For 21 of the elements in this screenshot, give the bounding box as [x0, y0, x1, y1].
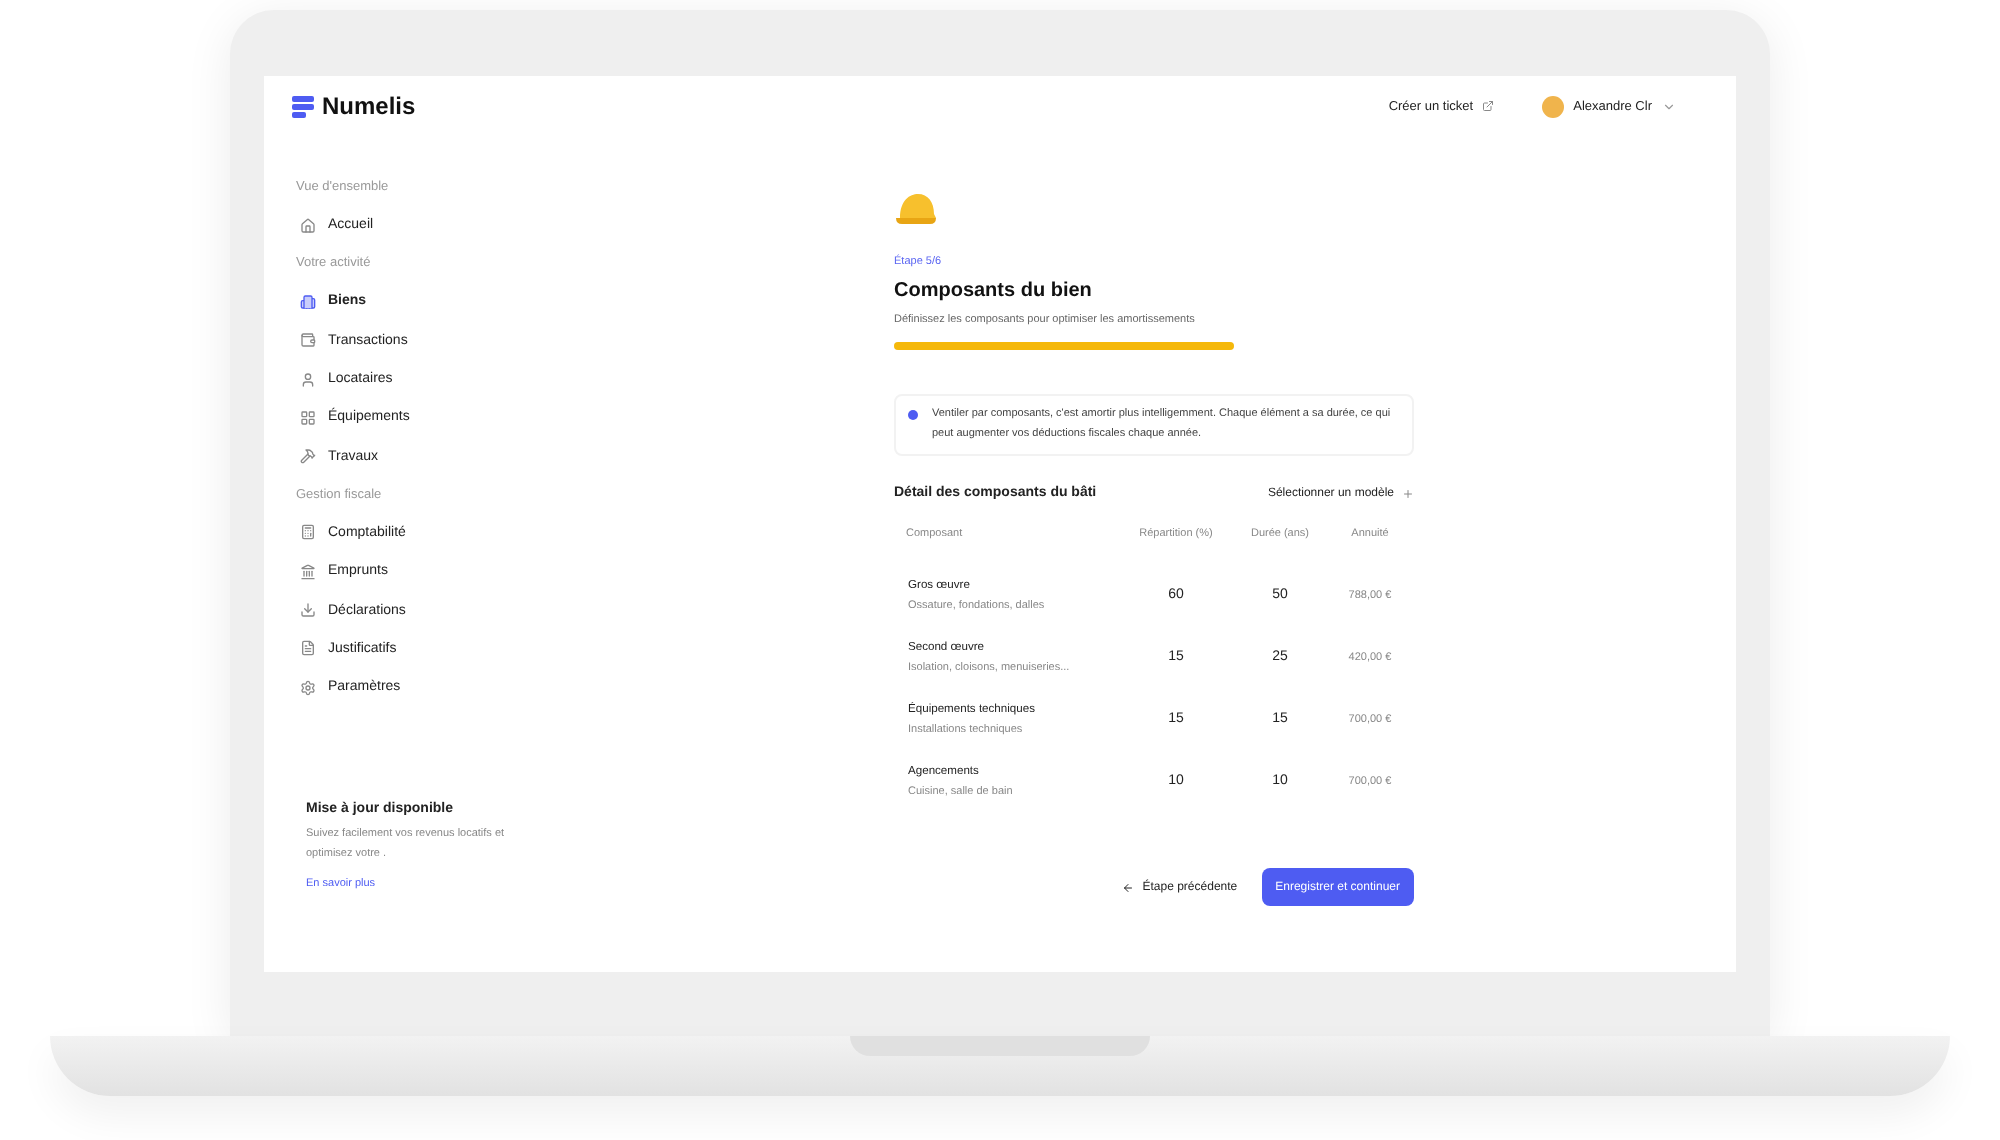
calculator-icon — [300, 524, 316, 541]
brand-name: Numelis — [322, 92, 416, 120]
document-icon — [300, 640, 316, 657]
plus-icon — [1402, 487, 1414, 499]
logo-icon — [292, 95, 314, 117]
wallet-icon — [300, 332, 316, 349]
avatar — [1541, 95, 1564, 117]
page-title: Composants du bien — [894, 280, 1094, 302]
settings-icon — [300, 679, 316, 696]
helmet-icon — [894, 192, 938, 228]
grid-icon — [300, 409, 316, 426]
hammer-icon — [300, 448, 316, 465]
download-icon — [300, 602, 316, 619]
chevron-down-icon — [1662, 99, 1676, 113]
building-icon — [300, 293, 316, 310]
arrow-left-icon — [1122, 881, 1135, 893]
external-link-icon — [1481, 100, 1494, 112]
user-icon — [300, 371, 316, 388]
info-dot-icon — [908, 410, 918, 420]
house-icon — [300, 217, 316, 234]
bank-icon — [300, 563, 316, 580]
